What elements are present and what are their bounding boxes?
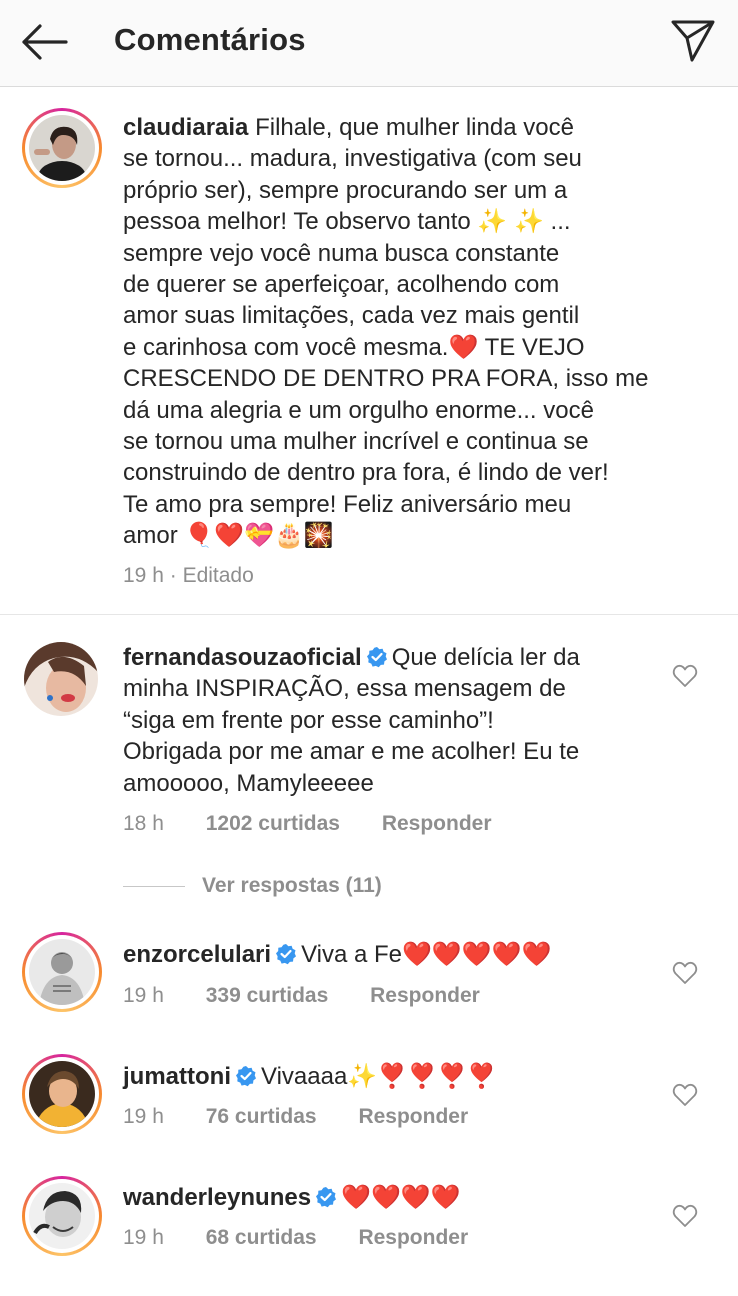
reply-button[interactable]: Responder bbox=[370, 984, 480, 1008]
caption-line: construindo de dentro pra fora, é lindo … bbox=[123, 459, 609, 487]
timestamp: 19 h bbox=[123, 564, 164, 587]
timestamp: 19 h bbox=[123, 1226, 164, 1249]
caption-username[interactable]: claudiaraia bbox=[123, 114, 248, 141]
caption-line: amor suas limitações, cada vez mais gent… bbox=[123, 302, 580, 330]
edited-label: Editado bbox=[182, 564, 254, 587]
caption-line: próprio ser), sempre procurando ser um a bbox=[123, 176, 568, 204]
caption-line: Filhale, que mulher linda você bbox=[255, 114, 574, 141]
likes-count[interactable]: 1202 curtidas bbox=[206, 812, 340, 836]
caption-meta: 19 h · Editado bbox=[123, 564, 254, 587]
caption-line: dá uma alegria e um orgulho enorme... vo… bbox=[123, 396, 594, 424]
reply-button[interactable]: Responder bbox=[358, 1226, 468, 1250]
caption-line: Te amo pra sempre! Feliz aniversário meu bbox=[123, 490, 572, 518]
top-bar: Comentários bbox=[0, 0, 738, 87]
likes-count[interactable]: 68 curtidas bbox=[206, 1226, 317, 1250]
timestamp: 19 h bbox=[123, 984, 164, 1007]
avatar[interactable] bbox=[22, 108, 102, 188]
caption-text: claudiaraia Filhale, que mulher linda vo… bbox=[123, 112, 683, 552]
comment-line: “siga em frente por esse caminho”! bbox=[123, 706, 494, 734]
verified-badge-icon bbox=[235, 1064, 257, 1087]
comment-body: Viva a Fe❤️❤️❤️❤️❤️ bbox=[301, 941, 552, 968]
comment-meta: 18 h 1202 curtidas Responder bbox=[123, 812, 492, 836]
comment-text: jumattoni Vivaaaa✨❣️❣️❣️❣️ bbox=[123, 1061, 663, 1092]
heart-outline-icon[interactable] bbox=[672, 961, 698, 985]
comment-line: Obrigada por me amar e me acolher! Eu te bbox=[123, 738, 580, 766]
comment-text: fernandasouzaoficial Que delícia ler da m… bbox=[123, 642, 663, 799]
comment-body: ❤️❤️❤️❤️ bbox=[341, 1184, 461, 1211]
caption-line: amor 🎈❤️💝🎂🎇 bbox=[123, 522, 334, 550]
comment-username[interactable]: wanderleynunes bbox=[123, 1184, 311, 1211]
avatar[interactable] bbox=[22, 932, 102, 1012]
timestamp: 18 h bbox=[123, 812, 164, 835]
caption-section: claudiaraia Filhale, que mulher linda vo… bbox=[0, 86, 738, 615]
heart-outline-icon[interactable] bbox=[672, 1204, 698, 1228]
caption-line: CRESCENDO DE DENTRO PRA FORA, isso me bbox=[123, 365, 649, 393]
likes-count[interactable]: 76 curtidas bbox=[206, 1105, 317, 1129]
replies-divider bbox=[123, 886, 185, 887]
caption-line: pessoa melhor! Te observo tanto ✨ ✨ ... bbox=[123, 208, 571, 236]
paper-plane-icon[interactable] bbox=[670, 18, 716, 64]
comment-line: amooooo, Mamyleeeee bbox=[123, 769, 374, 797]
comment-line: minha INSPIRAÇÃO, essa mensagem de bbox=[123, 675, 566, 703]
caption-line: e carinhosa com você mesma.❤️ TE VEJO bbox=[123, 333, 585, 361]
reply-button[interactable]: Responder bbox=[358, 1105, 468, 1129]
verified-badge-icon bbox=[315, 1185, 337, 1208]
avatar[interactable] bbox=[22, 1054, 102, 1134]
comment-username[interactable]: jumattoni bbox=[123, 1063, 231, 1090]
comment-meta: 19 h 339 curtidas Responder bbox=[123, 984, 480, 1008]
comment-meta: 19 h 68 curtidas Responder bbox=[123, 1226, 468, 1250]
view-replies-label: Ver respostas (11) bbox=[202, 874, 382, 897]
avatar[interactable] bbox=[24, 642, 98, 716]
caption-line: se tornou uma mulher incrível e continua… bbox=[123, 428, 589, 456]
comment-text: enzorcelulari Viva a Fe❤️❤️❤️❤️❤️ bbox=[123, 939, 663, 970]
comment-username[interactable]: fernandasouzaoficial bbox=[123, 644, 362, 671]
comment-meta: 19 h 76 curtidas Responder bbox=[123, 1105, 468, 1129]
verified-badge-icon bbox=[275, 942, 297, 965]
comment-text: wanderleynunes ❤️❤️❤️❤️ bbox=[123, 1182, 663, 1213]
likes-count[interactable]: 339 curtidas bbox=[206, 984, 329, 1008]
caption-line: sempre vejo você numa busca constante bbox=[123, 239, 560, 267]
comment-username[interactable]: enzorcelulari bbox=[123, 941, 271, 968]
comment-body: Vivaaaa✨❣️❣️❣️❣️ bbox=[261, 1063, 497, 1090]
caption-line: de querer se aperfeiçoar, acolhendo com bbox=[123, 271, 560, 299]
page-title: Comentários bbox=[114, 22, 306, 57]
caption-line: se tornou... madura, investigativa (com … bbox=[123, 145, 582, 173]
reply-button[interactable]: Responder bbox=[382, 812, 492, 836]
verified-badge-icon bbox=[366, 645, 388, 668]
heart-outline-icon[interactable] bbox=[672, 664, 698, 688]
heart-outline-icon[interactable] bbox=[672, 1083, 698, 1107]
avatar[interactable] bbox=[22, 1176, 102, 1256]
back-arrow-icon[interactable] bbox=[18, 20, 70, 64]
timestamp: 19 h bbox=[123, 1105, 164, 1128]
comment-line: Que delícia ler da bbox=[391, 644, 580, 671]
